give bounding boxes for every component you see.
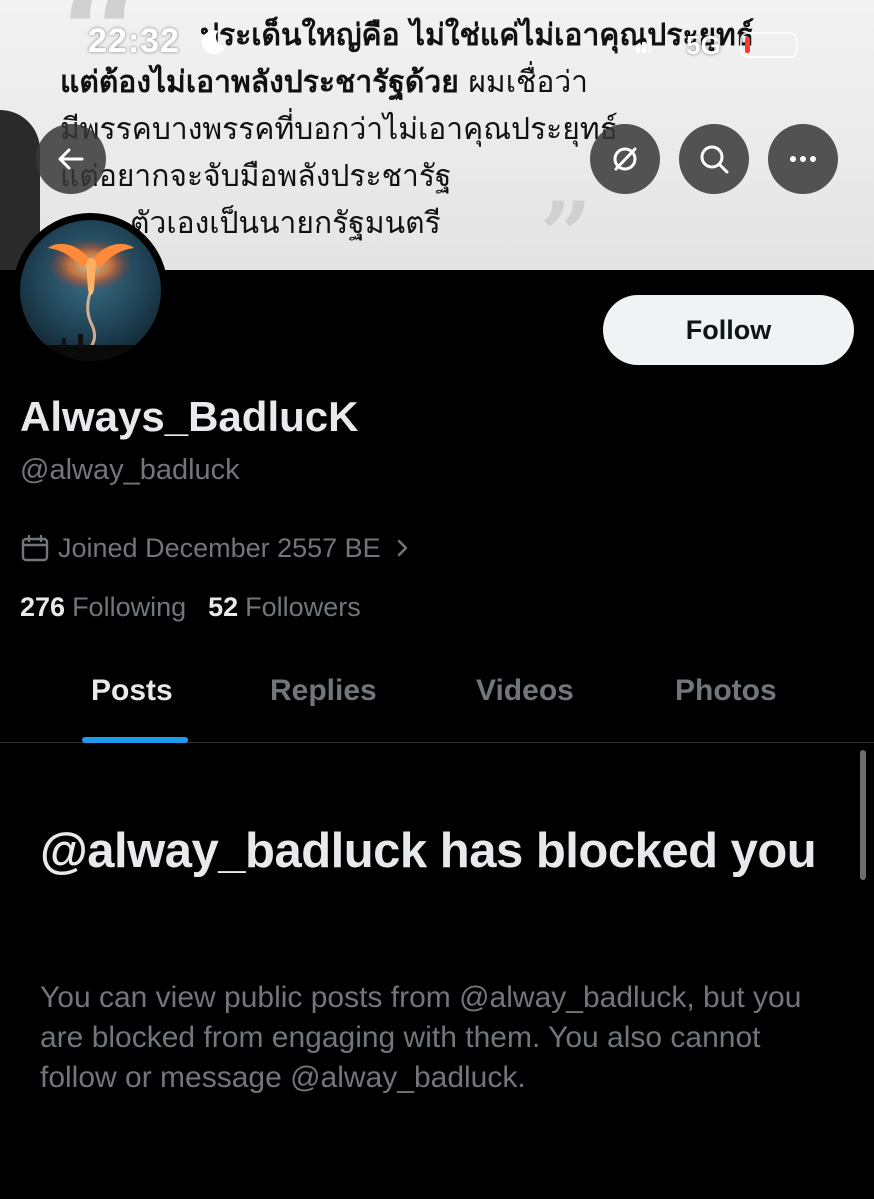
followers-count: 52 — [208, 592, 239, 622]
calendar-icon — [21, 534, 49, 562]
phoenix-avatar-icon — [20, 220, 161, 361]
more-icon — [790, 156, 816, 162]
following-count: 276 — [20, 592, 66, 622]
banner-line-2: แต่ต้องไม่เอาพลังประชารัฐด้วย ผมเชื่อว่า — [60, 59, 870, 106]
signal-icon — [636, 38, 652, 53]
tab-posts[interactable]: Posts — [91, 674, 173, 708]
grok-icon — [613, 147, 637, 171]
following-label: Following — [72, 592, 187, 622]
joined-date-row[interactable]: Joined December 2557 BE — [20, 531, 413, 565]
joined-date: Joined December 2557 BE — [58, 532, 381, 563]
battery-icon — [740, 32, 798, 58]
tab-videos[interactable]: Videos — [476, 674, 574, 708]
followers-label: Followers — [245, 592, 361, 622]
banner-line-5: ตัวเองเป็นนายกรัฐมนตรี — [130, 206, 441, 241]
following-link[interactable]: 276 Following — [20, 592, 186, 623]
banner-line-2-bold: แต่ต้องไม่เอาพลังประชารัฐด้วย — [60, 65, 459, 100]
chevron-right-icon — [397, 539, 407, 557]
tab-replies[interactable]: Replies — [270, 674, 377, 708]
blocked-description: You can view public posts from @alway_ba… — [40, 981, 802, 1094]
moon-icon — [201, 30, 225, 55]
back-button[interactable] — [36, 124, 106, 194]
network-type: 5G — [686, 30, 721, 60]
more-button[interactable] — [768, 124, 838, 194]
profile-handle: @alway_badluck — [20, 454, 240, 486]
profile-display-name: Always_BadlucK — [20, 393, 359, 440]
search-icon — [700, 145, 729, 174]
blocked-title: @alway_badluck has blocked you — [40, 824, 817, 878]
search-button[interactable] — [679, 124, 749, 194]
avatar-image — [20, 220, 161, 361]
scrollbar[interactable] — [860, 750, 866, 880]
grok-button[interactable] — [590, 124, 660, 194]
follow-stats: 276 Following 52 Followers — [20, 592, 383, 623]
profile-tabs: Posts Replies Videos Photos — [0, 650, 874, 743]
active-tab-indicator — [82, 737, 188, 743]
status-time: 22:32 — [88, 22, 180, 60]
followers-link[interactable]: 52 Followers — [208, 592, 361, 623]
tab-photos[interactable]: Photos — [675, 674, 777, 708]
banner-line-3: มีพรรคบางพรรคที่บอกว่าไม่เอาคุณประยุทธ์ — [60, 112, 618, 147]
banner-line-2-rest: ผมเชื่อว่า — [458, 65, 589, 100]
arrow-left-icon — [58, 148, 84, 170]
follow-button[interactable]: Follow — [603, 295, 854, 365]
avatar[interactable] — [13, 213, 168, 368]
